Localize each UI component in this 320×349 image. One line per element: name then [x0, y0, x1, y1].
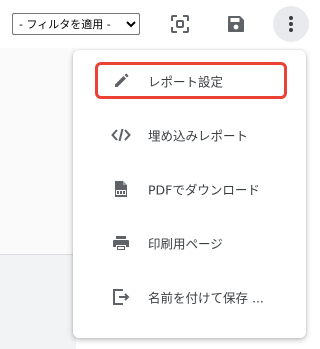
more-options-menu: レポート設定 埋め込みレポート PDFでダウンロード 印刷用ページ 名前を付けて…: [73, 50, 306, 338]
canvas-footer-area: [0, 255, 76, 349]
menu-item-save-as[interactable]: 名前を付けて保存 ...: [73, 270, 306, 324]
menu-item-embed-report[interactable]: 埋め込みレポート: [73, 108, 306, 162]
filter-select[interactable]: - フィルタを適用 -: [12, 13, 140, 35]
menu-item-label: 名前を付けて保存 ...: [148, 290, 264, 306]
menu-item-label: 埋め込みレポート: [148, 128, 249, 144]
menu-item-label: レポート設定: [148, 74, 224, 90]
save-button[interactable]: [218, 6, 254, 42]
save-icon: [228, 16, 244, 32]
menu-item-print-page[interactable]: 印刷用ページ: [73, 216, 306, 270]
pencil-icon: [110, 70, 132, 92]
more-vert-icon: [289, 16, 293, 32]
menu-item-download-pdf[interactable]: PDFでダウンロード: [73, 162, 306, 216]
printer-icon: [110, 232, 132, 254]
menu-item-label: PDFでダウンロード: [148, 182, 260, 198]
export-icon: [110, 286, 132, 308]
more-options-button[interactable]: [273, 6, 309, 42]
code-icon: [110, 124, 132, 146]
pdf-file-icon: [110, 178, 132, 200]
menu-item-report-settings[interactable]: レポート設定: [73, 54, 306, 108]
fullscreen-button[interactable]: [162, 6, 198, 42]
menu-item-label: 印刷用ページ: [148, 236, 223, 252]
fullscreen-icon: [171, 15, 189, 33]
